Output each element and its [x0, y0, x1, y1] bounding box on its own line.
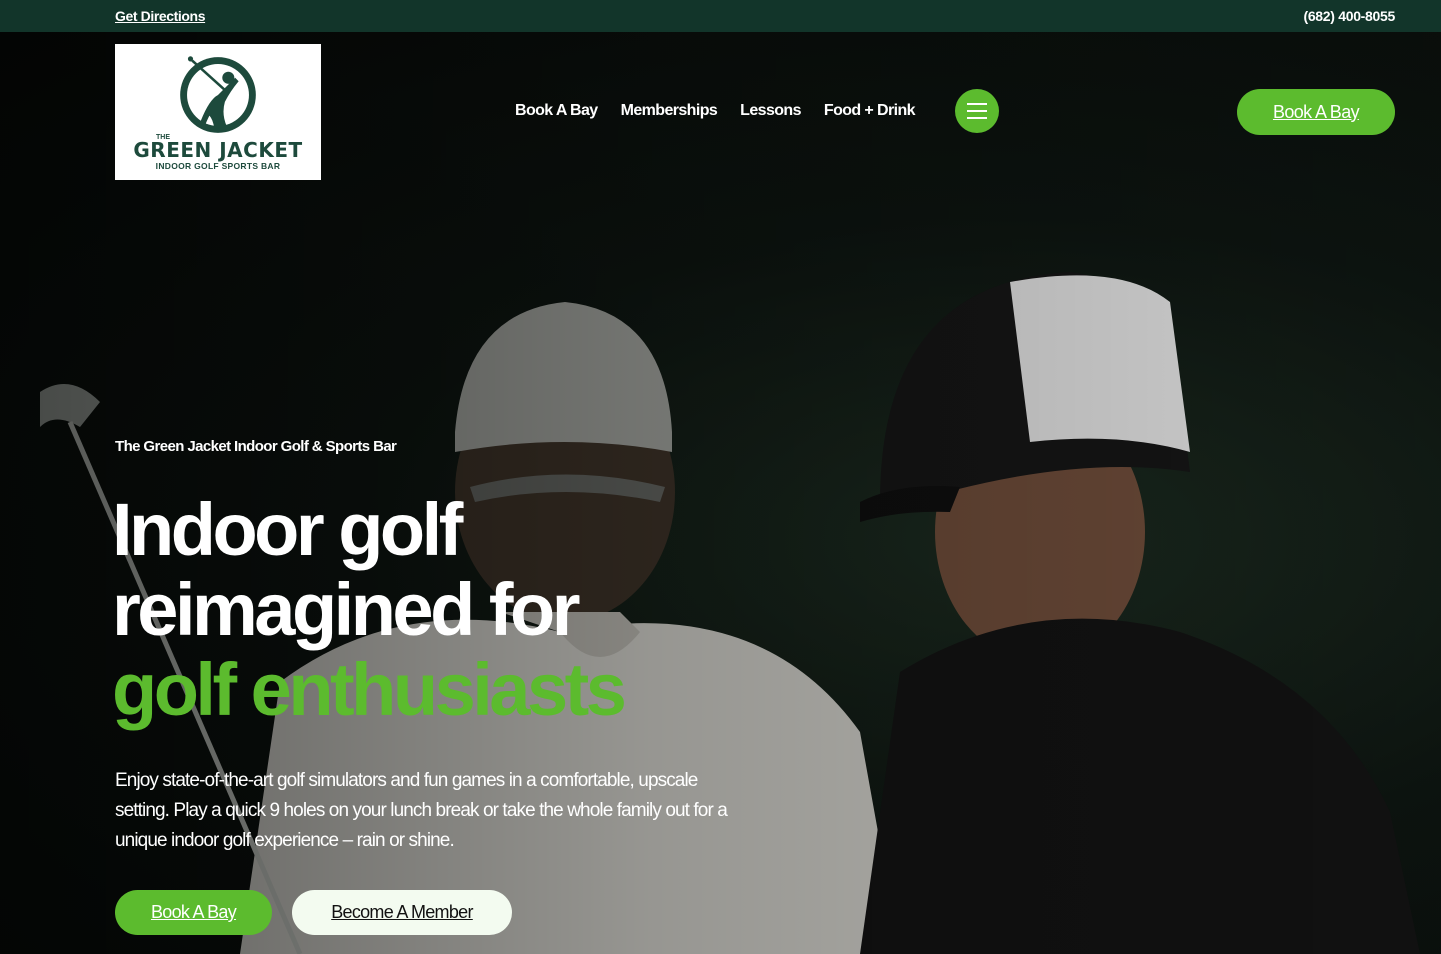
phone-link[interactable]: (682) 400-8055 — [1303, 8, 1395, 24]
headline-line-3-accent: golf enthusiasts — [112, 648, 627, 731]
get-directions-link[interactable]: Get Directions — [115, 8, 205, 24]
golfer-emblem-icon — [180, 56, 256, 133]
hamburger-menu-button[interactable] — [954, 89, 999, 133]
nav-item-lessons[interactable]: Lessons — [740, 102, 801, 120]
headline-line-1: Indoor golf — [112, 488, 463, 571]
logo-brand-name: GREEN JACKET — [133, 138, 303, 162]
hero-eyebrow: The Green Jacket Indoor Golf & Sports Ba… — [115, 438, 397, 455]
main-navigation: Book A Bay Memberships Lessons Food + Dr… — [515, 89, 999, 133]
nav-item-memberships[interactable]: Memberships — [621, 102, 718, 120]
top-utility-bar: Get Directions (682) 400-8055 — [0, 0, 1441, 32]
nav-item-book-a-bay[interactable]: Book A Bay — [515, 102, 598, 120]
headline-line-2: reimagined for — [112, 568, 581, 651]
become-a-member-button[interactable]: Become A Member — [292, 890, 512, 935]
header-book-a-bay-button[interactable]: Book A Bay — [1237, 89, 1395, 135]
nav-item-food-drink[interactable]: Food + Drink — [824, 102, 916, 120]
hero-description: Enjoy state-of-the-art golf simulators a… — [115, 770, 728, 851]
hero-cta-row: Book A Bay Become A Member — [115, 890, 512, 935]
hero-book-a-bay-button[interactable]: Book A Bay — [115, 890, 272, 935]
site-logo[interactable]: THE GREEN JACKET INDOOR GOLF SPORTS BAR — [115, 44, 321, 180]
hero-headline: Indoor golf reimagined for golf enthusia… — [112, 488, 627, 731]
hamburger-icon — [966, 103, 987, 105]
logo-subtitle: INDOOR GOLF SPORTS BAR — [155, 161, 281, 171]
